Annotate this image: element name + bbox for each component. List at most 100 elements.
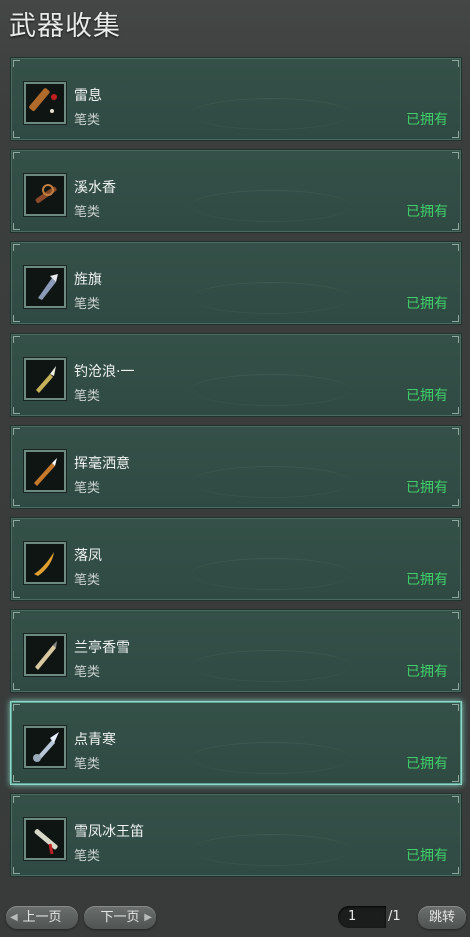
cloud-pattern <box>191 742 351 774</box>
corner-ornament <box>452 520 459 527</box>
corner-ornament <box>452 131 459 138</box>
weapon-name: 雪凤冰王笛 <box>74 824 144 840</box>
corner-ornament <box>13 60 20 67</box>
white-brush-icon <box>24 634 66 676</box>
owned-status: 已拥有 <box>406 572 448 588</box>
cloud-pattern <box>191 374 351 406</box>
weapon-category: 笔类 <box>74 389 101 404</box>
corner-ornament <box>13 591 20 598</box>
owned-status: 已拥有 <box>406 756 448 772</box>
corner-ornament <box>452 591 459 598</box>
weapon-name: 落凤 <box>74 548 102 564</box>
page-title: 武器收集 <box>9 11 121 42</box>
cloud-pattern <box>191 834 351 866</box>
weapon-name: 钓沧浪·一 <box>74 364 135 380</box>
weapon-name: 挥毫洒意 <box>74 456 130 472</box>
corner-ornament <box>13 336 20 343</box>
prev-page-button[interactable]: ◀ 上一页 <box>6 906 78 929</box>
orange-brush-icon <box>24 450 66 492</box>
owned-status: 已拥有 <box>406 664 448 680</box>
corner-ornament <box>452 796 459 803</box>
weapon-list-item[interactable]: 兰亭香雪 笔类 已拥有 <box>10 609 462 693</box>
corner-ornament <box>13 499 20 506</box>
corner-ornament <box>452 223 459 230</box>
pagination-bar: ◀ 上一页 下一页 ▶ 1 /1 跳转 <box>0 896 470 937</box>
weapon-name: 旌旗 <box>74 272 102 288</box>
corner-ornament <box>13 131 20 138</box>
corner-ornament <box>13 315 20 322</box>
corner-ornament <box>452 704 459 711</box>
weapon-list-item[interactable]: 挥毫洒意 笔类 已拥有 <box>10 425 462 509</box>
cloud-pattern <box>191 650 351 682</box>
corner-ornament <box>452 244 459 251</box>
owned-status: 已拥有 <box>406 848 448 864</box>
corner-ornament <box>452 499 459 506</box>
page-number-input[interactable]: 1 <box>338 906 386 928</box>
next-page-button[interactable]: 下一页 ▶ <box>84 906 156 929</box>
cloud-pattern <box>191 190 351 222</box>
page-total: /1 <box>388 909 401 924</box>
weapon-category: 笔类 <box>74 757 101 772</box>
weapon-list-item[interactable]: 落凤 笔类 已拥有 <box>10 517 462 601</box>
corner-ornament <box>13 152 20 159</box>
corner-ornament <box>452 315 459 322</box>
weapon-category: 笔类 <box>74 113 101 128</box>
chevron-left-icon: ◀ <box>10 912 18 923</box>
weapon-name: 溪水香 <box>74 180 116 196</box>
corner-ornament <box>13 796 20 803</box>
weapon-name: 兰亭香雪 <box>74 640 130 656</box>
corner-ornament <box>452 775 459 782</box>
corner-ornament <box>452 612 459 619</box>
weapon-name: 点青寒 <box>74 732 116 748</box>
corner-ornament <box>452 683 459 690</box>
corner-ornament <box>13 223 20 230</box>
chevron-right-icon: ▶ <box>144 912 152 923</box>
ice-brush-icon <box>24 726 66 768</box>
weapon-category: 笔类 <box>74 205 101 220</box>
cloud-pattern <box>191 282 351 314</box>
corner-ornament <box>452 407 459 414</box>
corner-ornament <box>13 867 20 874</box>
weapon-list-item[interactable]: 雷息 笔类 已拥有 <box>10 57 462 141</box>
corner-ornament <box>452 60 459 67</box>
weapon-list-item[interactable]: 雪凤冰王笛 笔类 已拥有 <box>10 793 462 877</box>
snow-flute-icon <box>24 818 66 860</box>
golden-brush-icon <box>24 358 66 400</box>
cloud-pattern <box>191 98 351 130</box>
weapon-category: 笔类 <box>74 297 101 312</box>
corner-ornament <box>452 867 459 874</box>
corner-ornament <box>13 612 20 619</box>
owned-status: 已拥有 <box>406 112 448 128</box>
corner-ornament <box>13 244 20 251</box>
corner-ornament <box>452 336 459 343</box>
owned-status: 已拥有 <box>406 480 448 496</box>
weapon-category: 笔类 <box>74 665 101 680</box>
weapon-category: 笔类 <box>74 481 101 496</box>
weapon-list-item[interactable]: 溪水香 笔类 已拥有 <box>10 149 462 233</box>
weapon-list-item[interactable]: 钓沧浪·一 笔类 已拥有 <box>10 333 462 417</box>
corner-ornament <box>13 428 20 435</box>
prev-page-label: 上一页 <box>22 910 62 925</box>
weapon-category: 笔类 <box>74 573 101 588</box>
weapon-name: 雷息 <box>74 88 102 104</box>
banner-brush-icon <box>24 266 66 308</box>
corner-ornament <box>13 775 20 782</box>
owned-status: 已拥有 <box>406 388 448 404</box>
cloud-pattern <box>191 466 351 498</box>
corner-ornament <box>13 407 20 414</box>
corner-ornament <box>452 428 459 435</box>
weapon-list-item[interactable]: 旌旗 笔类 已拥有 <box>10 241 462 325</box>
corner-ornament <box>13 704 20 711</box>
next-page-label: 下一页 <box>100 910 140 925</box>
phoenix-brush-icon <box>24 542 66 584</box>
jump-button[interactable]: 跳转 <box>418 906 466 929</box>
flute-weapon-icon <box>24 82 66 124</box>
corner-ornament <box>452 152 459 159</box>
owned-status: 已拥有 <box>406 204 448 220</box>
weapon-list-item[interactable]: 点青寒 笔类 已拥有 <box>10 701 462 785</box>
corner-ornament <box>13 683 20 690</box>
corner-ornament <box>13 520 20 527</box>
cloud-pattern <box>191 558 351 590</box>
weapon-list: 雷息 笔类 已拥有 溪水香 笔类 已拥有 旌旗 笔类 已拥有 钓沧浪·一 笔类 … <box>10 57 464 885</box>
owned-status: 已拥有 <box>406 296 448 312</box>
